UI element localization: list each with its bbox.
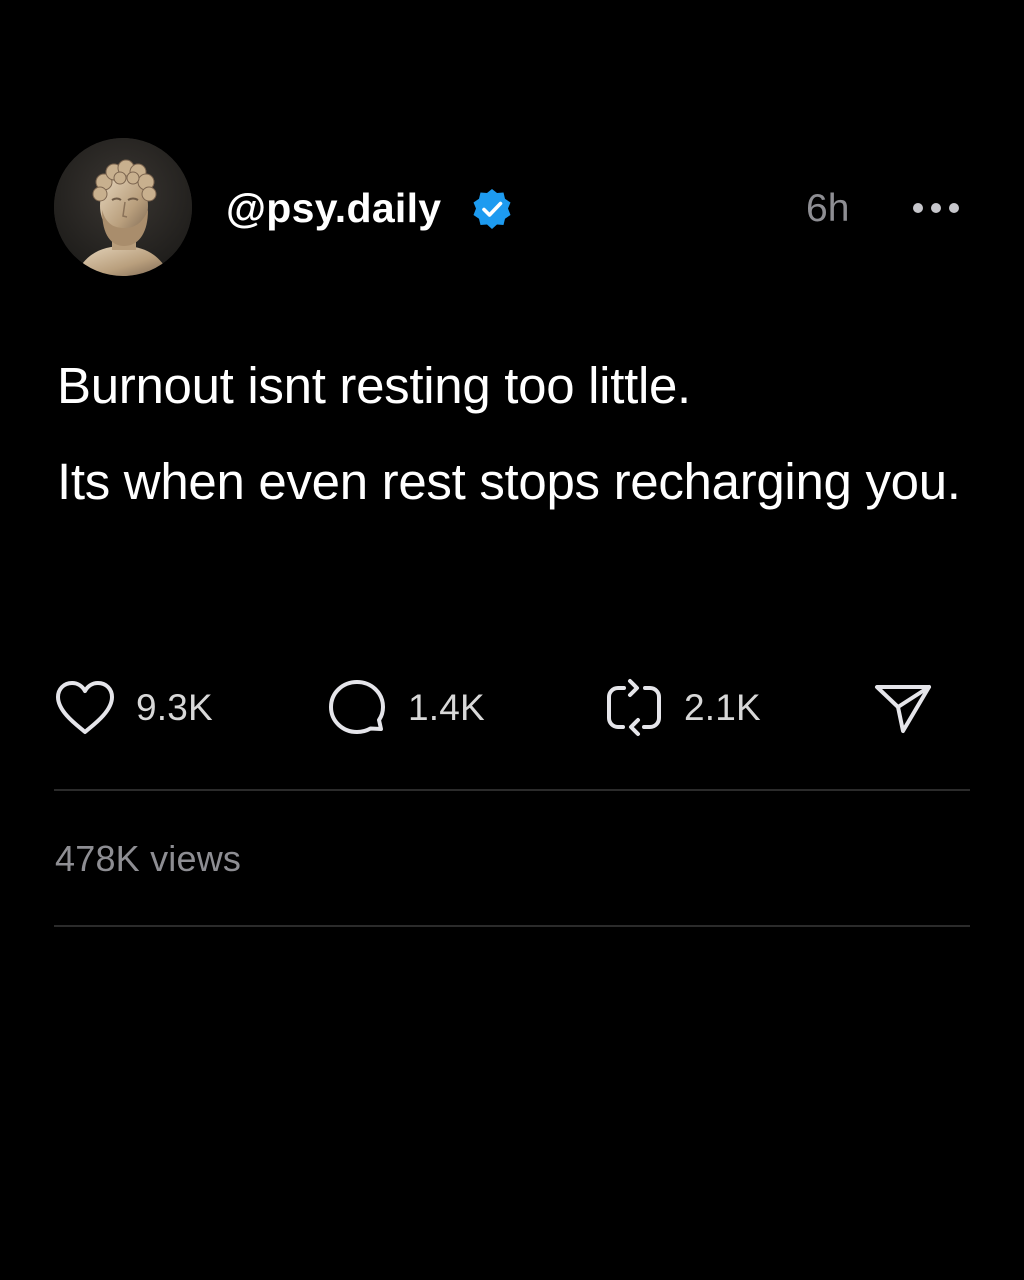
post-text: Burnout isnt resting too little. Its whe…	[57, 348, 967, 520]
repost-count: 2.1K	[684, 687, 761, 728]
comment-bubble-icon	[329, 680, 385, 734]
share-button[interactable]	[872, 672, 934, 744]
post-text-line-2: Its when even rest stops recharging you.	[57, 453, 961, 510]
divider-top	[54, 789, 970, 791]
avatar[interactable]	[54, 138, 192, 276]
like-count: 9.3K	[136, 687, 213, 728]
timestamp: 6h	[806, 187, 850, 230]
repost-button[interactable]: 2.1K	[604, 672, 761, 744]
more-options-icon[interactable]	[908, 190, 964, 226]
like-button[interactable]: 9.3K	[54, 672, 213, 744]
marble-bust-avatar-icon	[54, 138, 192, 276]
send-icon	[875, 685, 931, 733]
action-bar: 9.3K 1.4K 2.1K	[0, 672, 1024, 744]
heart-icon	[56, 681, 114, 734]
reply-button[interactable]: 1.4K	[326, 672, 485, 744]
verified-badge-icon	[473, 189, 511, 229]
view-count: 478K views	[55, 838, 242, 879]
username[interactable]: @psy.daily	[226, 182, 441, 234]
repost-icon	[607, 679, 661, 736]
divider-bottom	[54, 925, 970, 927]
reply-count: 1.4K	[408, 687, 485, 728]
post-text-line-1: Burnout isnt resting too little.	[57, 357, 691, 414]
